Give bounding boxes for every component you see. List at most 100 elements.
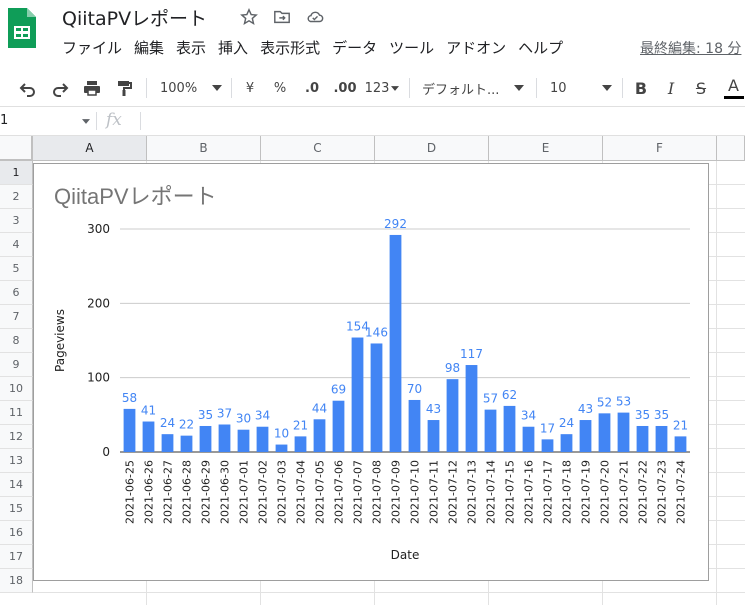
- row-header[interactable]: 3: [0, 209, 33, 233]
- row-header[interactable]: 1: [0, 161, 33, 185]
- menu-file[interactable]: ファイル: [56, 38, 128, 58]
- menu-insert[interactable]: 挿入: [212, 38, 254, 58]
- x-tick-label: 2021-06-30: [219, 460, 232, 524]
- document-title[interactable]: QiitaPVレポート: [62, 4, 207, 31]
- undo-button[interactable]: [14, 70, 42, 106]
- data-label: 44: [312, 401, 327, 415]
- x-tick-label: 2021-07-01: [238, 460, 251, 524]
- row-header[interactable]: 11: [0, 401, 33, 425]
- bold-button[interactable]: B: [630, 70, 652, 106]
- row-header[interactable]: 14: [0, 473, 33, 497]
- font-select[interactable]: デフォルト...: [418, 70, 528, 106]
- redo-button[interactable]: [46, 70, 74, 106]
- column-header[interactable]: E: [489, 136, 603, 161]
- menu-edit[interactable]: 編集: [128, 38, 170, 58]
- select-all-corner[interactable]: [0, 136, 33, 161]
- formula-input[interactable]: [148, 107, 745, 135]
- menu-addons[interactable]: アドオン: [440, 38, 512, 58]
- x-tick-label: 2021-07-20: [599, 460, 612, 524]
- x-tick-label: 2021-06-28: [181, 460, 194, 524]
- x-tick-label: 2021-07-21: [618, 460, 631, 524]
- data-label: 70: [407, 382, 422, 396]
- bar: [655, 425, 668, 452]
- bar: [199, 425, 212, 452]
- bar: [142, 421, 155, 452]
- bar: [674, 436, 687, 452]
- column-header[interactable]: F: [603, 136, 717, 161]
- row-header[interactable]: 12: [0, 425, 33, 449]
- bar: [427, 420, 440, 452]
- text-color-swatch: [723, 95, 744, 99]
- data-label: 21: [293, 418, 308, 432]
- more-formats-button[interactable]: 123: [362, 70, 402, 106]
- print-icon: [84, 81, 100, 96]
- row-header[interactable]: 16: [0, 521, 33, 545]
- decrease-decimal-button[interactable]: .0: [298, 70, 326, 106]
- row-header[interactable]: 8: [0, 329, 33, 353]
- bar: [351, 337, 364, 452]
- strikethrough-button[interactable]: S: [690, 70, 712, 106]
- last-edit-link[interactable]: 最終編集: 18 分: [640, 38, 741, 58]
- chevron-down-icon: [212, 85, 222, 91]
- cloud-saved-icon[interactable]: [306, 8, 324, 26]
- data-label: 10: [274, 427, 289, 441]
- font-size-value: 10: [550, 80, 567, 96]
- bar: [275, 444, 288, 452]
- zoom-select[interactable]: 100%: [156, 70, 226, 106]
- row-header[interactable]: 9: [0, 353, 33, 377]
- x-tick-label: 2021-07-14: [485, 460, 498, 524]
- row-header[interactable]: 5: [0, 257, 33, 281]
- x-tick-label: 2021-07-15: [504, 460, 517, 524]
- bar: [408, 399, 421, 452]
- google-sheets-icon[interactable]: [6, 6, 38, 50]
- data-label: 30: [236, 412, 251, 426]
- text-color-button[interactable]: A: [722, 70, 745, 106]
- menu-tools[interactable]: ツール: [383, 38, 440, 58]
- data-label: 292: [384, 217, 407, 231]
- x-tick-label: 2021-06-29: [200, 460, 213, 524]
- menu-help[interactable]: ヘルプ: [512, 38, 569, 58]
- column-header[interactable]: A: [33, 136, 147, 161]
- x-tick-label: 2021-07-06: [333, 460, 346, 524]
- move-folder-icon[interactable]: [273, 8, 291, 26]
- bar: [617, 412, 630, 452]
- italic-button[interactable]: I: [660, 70, 682, 106]
- column-header[interactable]: [717, 136, 745, 161]
- row-header[interactable]: 6: [0, 281, 33, 305]
- data-label: 35: [198, 408, 213, 422]
- menu-data[interactable]: データ: [326, 38, 383, 58]
- bar: [579, 420, 592, 452]
- embedded-chart[interactable]: QiitaPVレポート 0 100 200 300 Pageviews Date 58 2021…: [33, 163, 709, 581]
- formula-bar: 1 fx: [0, 107, 745, 136]
- percent-button[interactable]: %: [268, 70, 292, 106]
- text-color-label: A: [728, 75, 739, 95]
- row-header[interactable]: 4: [0, 233, 33, 257]
- name-box[interactable]: 1: [0, 107, 92, 135]
- menu-view[interactable]: 表示: [170, 38, 212, 58]
- row-header[interactable]: 7: [0, 305, 33, 329]
- row-header[interactable]: 18: [0, 569, 33, 593]
- data-label: 35: [654, 408, 669, 422]
- row-header[interactable]: 10: [0, 377, 33, 401]
- font-size-select[interactable]: 10: [546, 70, 616, 106]
- x-tick-label: 2021-07-23: [656, 460, 669, 524]
- increase-decimal-button[interactable]: .00: [330, 70, 360, 106]
- column-header[interactable]: C: [261, 136, 375, 161]
- column-header[interactable]: D: [375, 136, 489, 161]
- row-header[interactable]: 2: [0, 185, 33, 209]
- row-header[interactable]: 13: [0, 449, 33, 473]
- menu-format[interactable]: 表示形式: [254, 38, 326, 58]
- font-value: デフォルト...: [422, 82, 500, 98]
- star-icon[interactable]: [240, 8, 258, 26]
- x-tick-label: 2021-07-16: [523, 460, 536, 524]
- column-header[interactable]: B: [147, 136, 261, 161]
- row-header[interactable]: 17: [0, 545, 33, 569]
- print-button[interactable]: [78, 70, 106, 106]
- paint-format-button[interactable]: [110, 70, 138, 106]
- data-label: 24: [160, 416, 175, 430]
- more-formats-label: 123: [364, 80, 390, 96]
- row-header[interactable]: 15: [0, 497, 33, 521]
- currency-button[interactable]: ¥: [238, 70, 262, 106]
- paint-format-icon: [118, 81, 132, 96]
- x-tick-label: 2021-06-26: [143, 460, 156, 524]
